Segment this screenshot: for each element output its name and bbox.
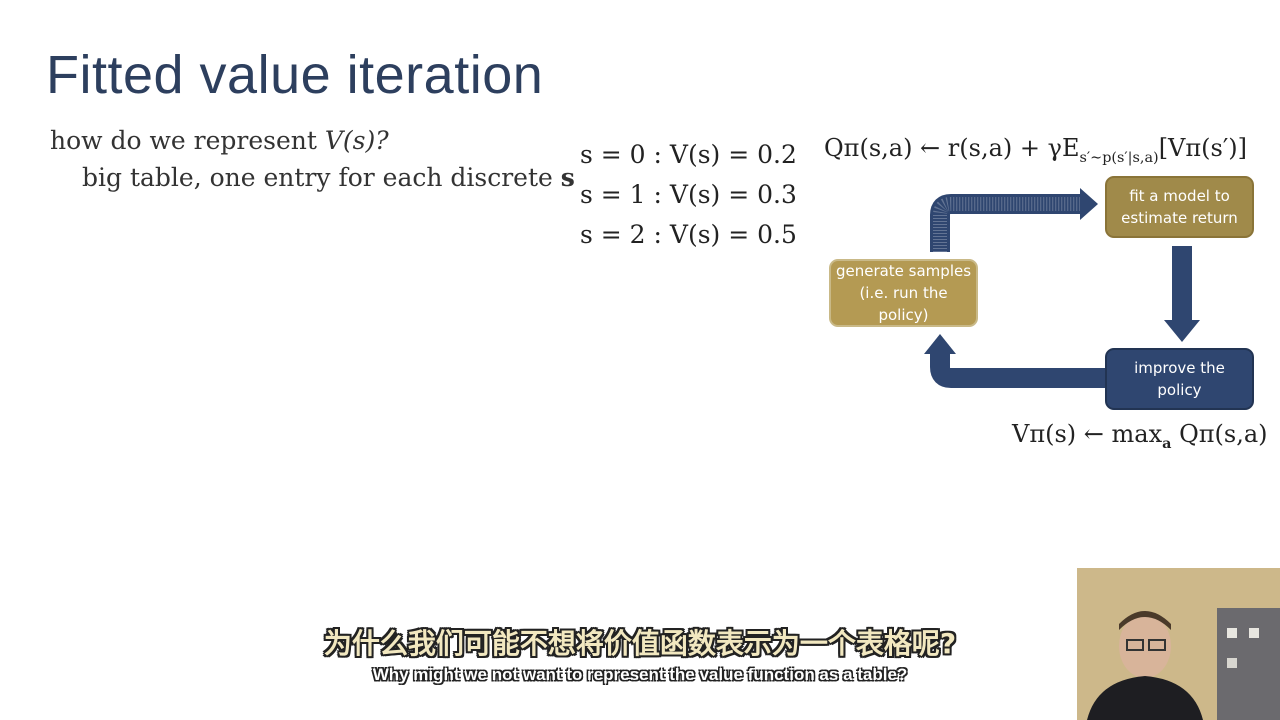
fit-model-label: fit a model to estimate return [1121,187,1238,227]
arrowhead-up [924,334,956,354]
v-update-main: Vπ(s) ← max [1012,420,1163,448]
v-update-equation: Vπ(s) ← maxa Qπ(s,a) [1012,420,1268,452]
generate-samples-box: generate samples (i.e. run the policy) [829,259,978,327]
arrow-fit-to-improve [1172,246,1192,322]
generate-samples-label: generate samples (i.e. run the policy) [835,262,972,324]
arrowhead-right [1080,188,1098,220]
arrowhead-down [1164,320,1200,342]
arrow-improve-to-generate [930,352,1108,388]
improve-policy-label: improve the policy [1134,359,1225,399]
v-update-tail: Qπ(s,a) [1171,420,1268,448]
subtitle-english: Why might we not want to represent the v… [372,665,908,684]
fit-model-box: fit a model to estimate return [1105,176,1254,238]
improve-policy-box: improve the policy [1105,348,1254,410]
arrow-generate-to-fit [930,194,1082,252]
subtitle-chinese: 为什么我们可能不想将价值函数表示为一个表格呢? [323,627,957,660]
